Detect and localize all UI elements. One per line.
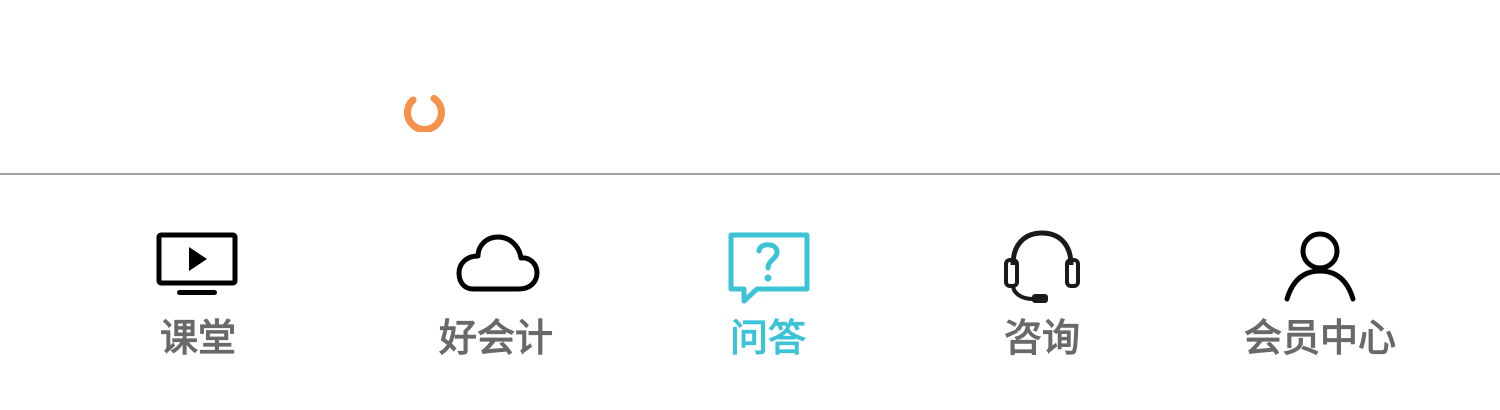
tab-classroom[interactable]: 课堂 [78, 175, 318, 410]
tab-label: 课堂 [159, 316, 236, 360]
tab-label: 好会计 [438, 316, 553, 360]
question-bubble-icon [723, 227, 813, 307]
tab-member-center[interactable]: 会员中心 [1200, 175, 1440, 410]
tv-play-icon [153, 227, 243, 307]
tab-qa[interactable]: 问答 [648, 175, 888, 410]
cloud-icon [451, 227, 541, 307]
tab-label: 咨询 [1003, 316, 1080, 360]
tab-consult[interactable]: 咨询 [922, 175, 1162, 410]
headset-icon [997, 227, 1087, 307]
user-icon [1275, 227, 1365, 307]
loading-spinner-icon [403, 95, 445, 132]
tab-good-accounting[interactable]: 好会计 [376, 175, 616, 410]
tab-label: 会员中心 [1243, 316, 1396, 360]
tab-label: 问答 [729, 316, 806, 360]
bottom-tab-bar: 课堂 好会计 问答 咨询 会员中心 [0, 175, 1500, 410]
content-area [0, 0, 1500, 173]
